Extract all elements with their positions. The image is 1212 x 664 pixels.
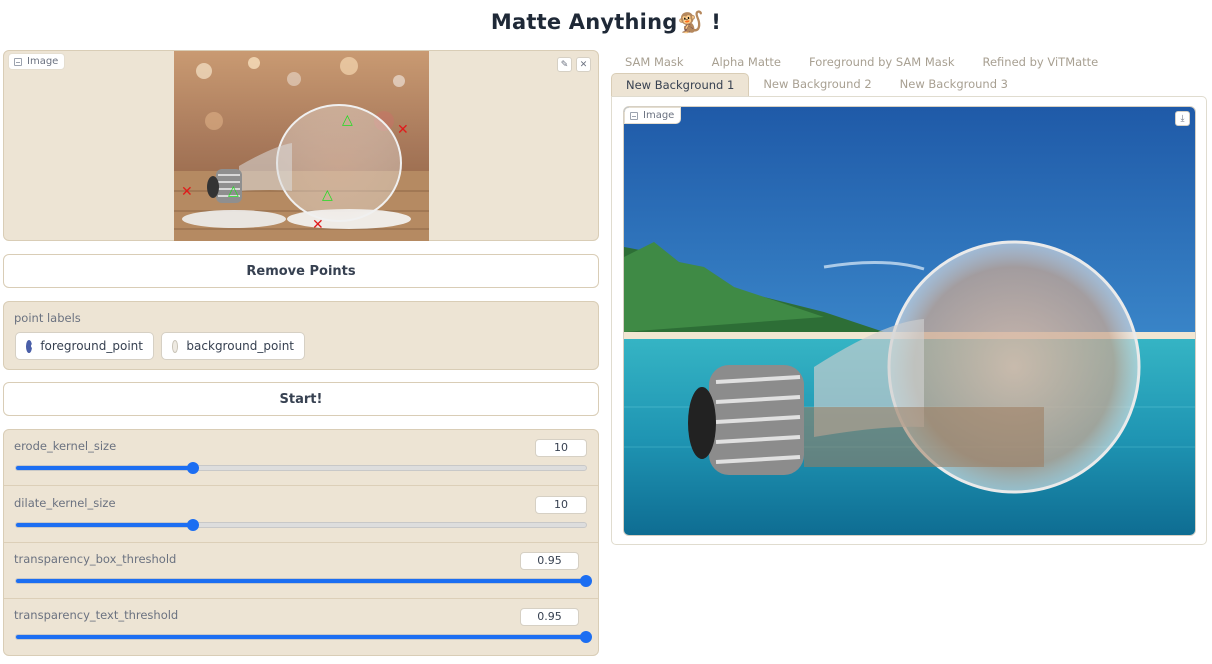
slider-value-input[interactable]: 10 (535, 496, 587, 514)
tab-new-background-2[interactable]: New Background 2 (749, 73, 885, 97)
output-image-badge: Image (624, 107, 682, 124)
tab-foreground-by-sam-mask[interactable]: Foreground by SAM Mask (795, 54, 968, 74)
slider-transparency-box-threshold: transparency_box_threshold 0.95 (4, 543, 598, 599)
radio-label: background_point (186, 339, 294, 353)
image-icon (14, 57, 22, 66)
slider-erode-kernel-size: erode_kernel_size 10 (4, 430, 598, 486)
close-icon[interactable]: ✕ (576, 57, 591, 72)
input-image[interactable] (174, 51, 429, 241)
radio-foreground-point[interactable]: foreground_point (15, 332, 154, 360)
slider-fill (16, 579, 586, 583)
slider-label: transparency_text_threshold (14, 608, 179, 622)
radio-label: foreground_point (40, 339, 143, 353)
slider-handle[interactable] (186, 519, 199, 531)
start-button[interactable]: Start! (3, 382, 599, 416)
slider-fill (16, 635, 586, 639)
point-labels-group: point labels foreground_point background… (3, 301, 599, 370)
slider-track[interactable] (15, 575, 592, 587)
composited-image (624, 107, 1195, 535)
output-tabs-row-1: SAM Mask Alpha Matte Foreground by SAM M… (611, 54, 1112, 74)
slider-transparency-text-threshold: transparency_text_threshold 0.95 (4, 599, 598, 655)
output-image: Image ⤓ (623, 106, 1196, 536)
radio-unselected-icon (172, 339, 179, 353)
slider-track[interactable] (15, 519, 587, 531)
foreground-marker: △ (342, 112, 353, 128)
tab-refined-by-vitmatte[interactable]: Refined by ViTMatte (968, 54, 1112, 74)
remove-points-button[interactable]: Remove Points (3, 254, 599, 288)
tab-new-background-1[interactable]: New Background 1 (611, 73, 750, 97)
image-icon (630, 111, 638, 120)
foreground-marker: △ (228, 183, 239, 199)
background-marker: ✕ (312, 217, 324, 233)
slider-track[interactable] (15, 462, 587, 474)
slider-fill (16, 523, 193, 527)
image-badge-label: Image (27, 56, 59, 67)
image-badge: Image (8, 53, 66, 70)
slider-label: transparency_box_threshold (14, 552, 177, 566)
sliders-panel: erode_kernel_size 10 dilate_kernel_size … (3, 429, 599, 656)
output-tabs-row-2: New Background 1 New Background 2 New Ba… (611, 73, 1022, 97)
output-image-badge-label: Image (643, 110, 675, 121)
slider-value-input[interactable]: 0.95 (520, 608, 579, 626)
slider-handle[interactable] (580, 631, 592, 643)
radio-background-point[interactable]: background_point (161, 332, 305, 360)
pencil-icon[interactable]: ✎ (557, 57, 572, 72)
tab-alpha-matte[interactable]: Alpha Matte (698, 54, 795, 74)
slider-value-input[interactable]: 10 (535, 439, 587, 457)
foreground-marker: △ (322, 187, 333, 203)
slider-dilate-kernel-size: dilate_kernel_size 10 (4, 487, 598, 543)
point-labels-label: point labels (14, 311, 81, 325)
background-marker: ✕ (397, 122, 409, 138)
input-image-panel: Image ✎ ✕ △ △ △ ✕ ✕ ✕ (3, 50, 599, 241)
slider-track[interactable] (15, 631, 592, 643)
tab-sam-mask[interactable]: SAM Mask (611, 54, 698, 74)
slider-handle[interactable] (186, 462, 199, 474)
background-marker: ✕ (181, 184, 193, 200)
output-panel: Image ⤓ (611, 96, 1207, 545)
slider-value-input[interactable]: 0.95 (520, 552, 579, 570)
slider-label: erode_kernel_size (14, 439, 117, 453)
download-icon[interactable]: ⤓ (1175, 111, 1190, 126)
slider-fill (16, 466, 193, 470)
radio-selected-icon (26, 339, 35, 353)
slider-handle[interactable] (580, 575, 592, 587)
slider-label: dilate_kernel_size (14, 496, 116, 510)
page-title: Matte Anything🐒 ! (490, 10, 722, 34)
tab-new-background-3[interactable]: New Background 3 (886, 73, 1022, 97)
